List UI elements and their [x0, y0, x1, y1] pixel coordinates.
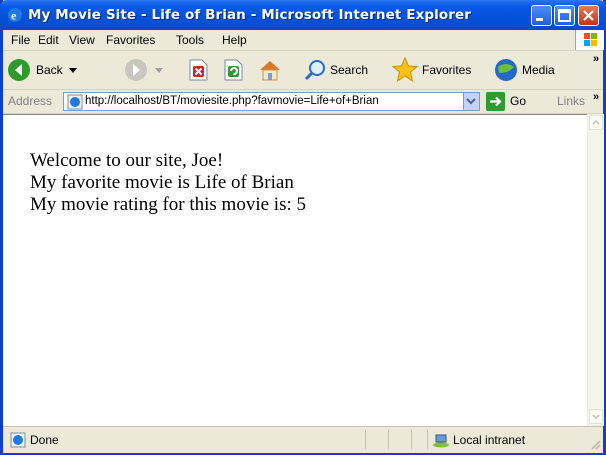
address-url: http://localhost/BT/moviesite.php?favmov… — [85, 95, 379, 107]
menu-favorites[interactable]: Favorites — [106, 33, 155, 47]
forward-button[interactable] — [124, 58, 164, 82]
go-arrow-icon — [486, 92, 505, 111]
minimize-icon — [536, 18, 543, 21]
media-button[interactable]: Media — [493, 57, 569, 83]
scroll-down-button[interactable] — [589, 409, 603, 424]
status-cell — [411, 430, 428, 449]
chevron-down-icon — [592, 414, 600, 420]
favorites-button[interactable]: Favorites — [391, 56, 483, 83]
windows-flag-icon — [584, 33, 597, 46]
maximize-button[interactable] — [554, 5, 575, 26]
menu-file[interactable]: File — [11, 33, 30, 47]
status-bar: Done Local intranet — [3, 426, 603, 453]
chevron-down-icon — [69, 68, 77, 73]
window-title: My Movie Site - Life of Brian - Microsof… — [28, 7, 472, 23]
minimize-button[interactable] — [531, 5, 552, 26]
favorites-label: Favorites — [422, 63, 472, 77]
status-text: Done — [30, 433, 59, 447]
menu-bar: File Edit View Favorites Tools Help — [3, 30, 603, 51]
browser-window: e My Movie Site - Life of Brian - Micros… — [0, 0, 606, 455]
stop-icon — [189, 59, 208, 81]
go-button[interactable]: Go — [486, 92, 531, 111]
windows-logo — [575, 30, 604, 50]
address-bar: Address http://localhost/BT/moviesite.ph… — [3, 90, 603, 114]
menu-edit[interactable]: Edit — [38, 33, 59, 47]
star-icon — [391, 56, 419, 83]
status-cell — [388, 430, 411, 449]
maximize-icon — [558, 9, 571, 22]
stop-button[interactable] — [186, 58, 210, 82]
resize-grip-icon[interactable] — [589, 438, 601, 450]
favorite-movie-text: My favorite movie is Life of Brian — [30, 172, 294, 193]
close-button[interactable] — [578, 5, 599, 26]
back-arrow-icon — [8, 59, 30, 81]
page-content: Welcome to our site, Joe! My favorite mo… — [3, 114, 587, 426]
links-overflow-chevron-icon[interactable]: » — [593, 91, 599, 103]
page-icon — [67, 94, 83, 110]
close-icon — [583, 10, 594, 21]
vertical-scrollbar[interactable] — [587, 114, 604, 426]
scroll-up-button[interactable] — [589, 115, 603, 130]
menu-view[interactable]: View — [69, 33, 95, 47]
ie-page-icon — [10, 432, 26, 448]
home-button[interactable] — [257, 57, 283, 83]
chevron-up-icon — [592, 119, 600, 125]
go-label: Go — [510, 94, 527, 108]
forward-arrow-icon — [125, 59, 147, 81]
search-button[interactable]: Search — [303, 58, 377, 82]
links-label[interactable]: Links — [557, 94, 585, 108]
menu-help[interactable]: Help — [222, 33, 247, 47]
media-icon — [495, 59, 517, 81]
address-label: Address — [8, 94, 53, 108]
address-input[interactable]: http://localhost/BT/moviesite.php?favmov… — [63, 92, 480, 111]
zone-cell: Local intranet — [427, 430, 578, 449]
refresh-icon — [224, 59, 243, 81]
welcome-text: Welcome to our site, Joe! — [30, 150, 224, 171]
home-icon — [260, 61, 280, 81]
search-label: Search — [330, 63, 369, 77]
standard-toolbar: Back Search Favorites Media » — [3, 51, 603, 90]
toolbar-overflow-chevron-icon[interactable]: » — [593, 53, 599, 65]
back-label: Back — [36, 63, 63, 77]
address-dropdown-button[interactable] — [463, 93, 479, 110]
search-icon — [304, 60, 325, 81]
back-button[interactable]: Back — [7, 58, 77, 82]
chevron-down-icon — [466, 98, 476, 105]
intranet-icon — [433, 434, 449, 448]
menu-tools[interactable]: Tools — [176, 33, 204, 47]
status-cell — [365, 430, 388, 449]
media-label: Media — [522, 63, 555, 77]
zone-text: Local intranet — [453, 433, 526, 447]
refresh-button[interactable] — [221, 58, 245, 82]
internet-explorer-icon: e — [8, 8, 22, 23]
svg-text:e: e — [11, 9, 17, 23]
chevron-down-icon — [155, 68, 163, 73]
movie-rating-text: My movie rating for this movie is: 5 — [30, 194, 307, 215]
title-bar[interactable]: e My Movie Site - Life of Brian - Micros… — [0, 0, 606, 30]
